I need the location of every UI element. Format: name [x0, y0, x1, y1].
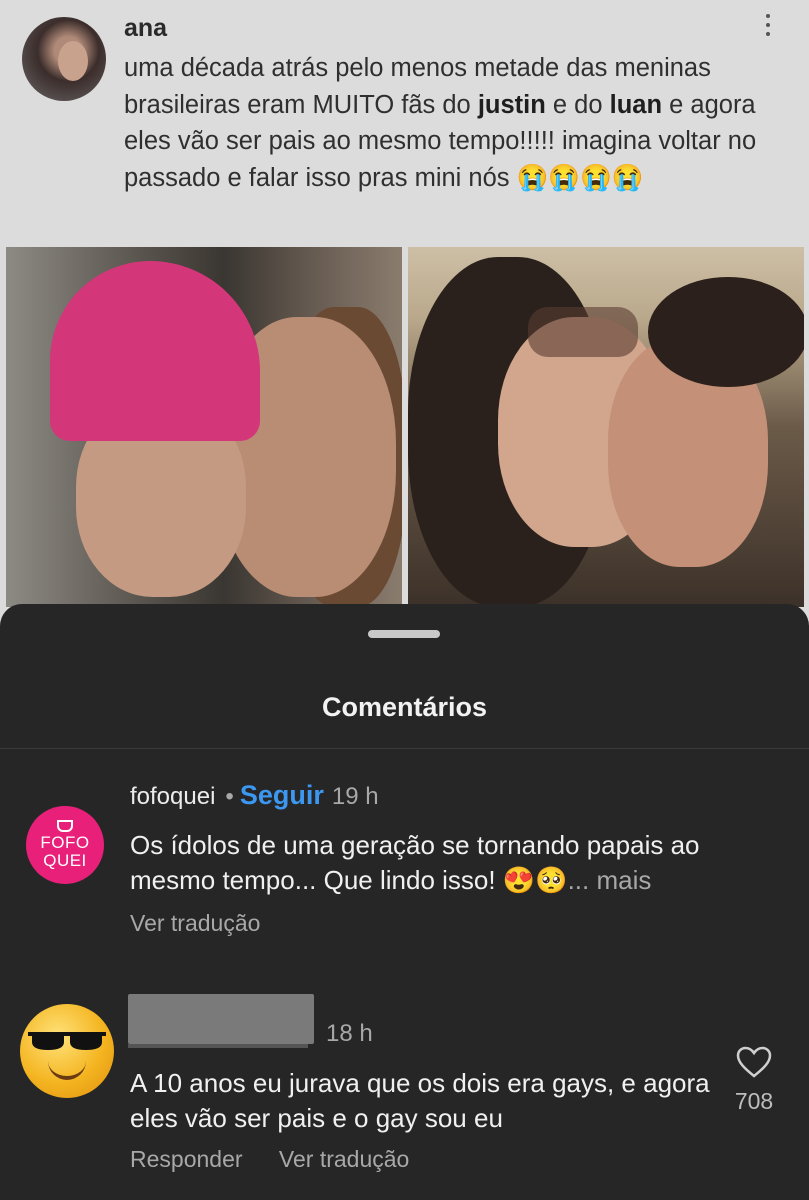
comment-time: 19 h — [331, 783, 379, 810]
redacted-username — [128, 994, 314, 1044]
smile-mark — [48, 1060, 86, 1080]
translate-link[interactable]: Ver tradução — [279, 1146, 409, 1172]
tweet-text-bold-luan: luan — [609, 90, 663, 119]
avatar-logo-text: FOFO — [40, 833, 90, 852]
cup-icon — [57, 820, 73, 832]
comments-sheet: Comentários FOFO QUEI fofoquei • Seguir 19 … — [0, 604, 809, 1200]
comment-text: A 10 anos eu jurava que os dois era gays… — [130, 1068, 710, 1133]
like-count: 708 — [734, 1088, 774, 1114]
tweet-photo-right[interactable] — [408, 247, 804, 607]
sheet-title: Comentários — [321, 692, 488, 722]
divider — [0, 748, 809, 749]
comment-actions: Ver tradução — [130, 910, 290, 937]
tweet-photo-left[interactable] — [6, 247, 402, 607]
comment-header: fofoquei • Seguir 19 h — [130, 780, 379, 811]
comment-avatar-fofoquei[interactable]: FOFO QUEI — [26, 806, 104, 884]
more-vert-icon[interactable] — [757, 14, 779, 36]
tweet-author[interactable]: ana — [124, 14, 167, 43]
comment-time: 18 h — [326, 1020, 373, 1047]
follow-button[interactable]: Seguir — [240, 780, 324, 810]
tweet-text-bold-justin: justin — [477, 90, 546, 119]
sunglasses-icon — [28, 1032, 106, 1050]
comment-username[interactable]: fofoquei — [130, 783, 215, 810]
reply-button[interactable]: Responder — [130, 1146, 243, 1172]
tweet-text: uma década atrás pelo menos metade das m… — [124, 50, 794, 196]
comment-actions: Responder Ver tradução — [130, 1146, 439, 1173]
sheet-drag-handle[interactable] — [368, 630, 440, 638]
tweet-avatar[interactable] — [22, 17, 106, 101]
tweet-card: ana uma década atrás pelo menos metade d… — [0, 0, 809, 640]
separator-dot: • — [225, 783, 234, 810]
comment-text: Os ídolos de uma geração se tornando pap… — [130, 828, 790, 898]
avatar-logo-text: QUEI — [43, 851, 87, 870]
sunglasses-emoji-avatar[interactable] — [20, 1004, 114, 1098]
more-link[interactable]: ... mais — [568, 865, 652, 895]
translate-link[interactable]: Ver tradução — [130, 910, 260, 936]
tweet-text-part: e do — [545, 90, 610, 119]
redacted-underline — [128, 1044, 308, 1048]
heart-icon[interactable] — [736, 1046, 772, 1078]
